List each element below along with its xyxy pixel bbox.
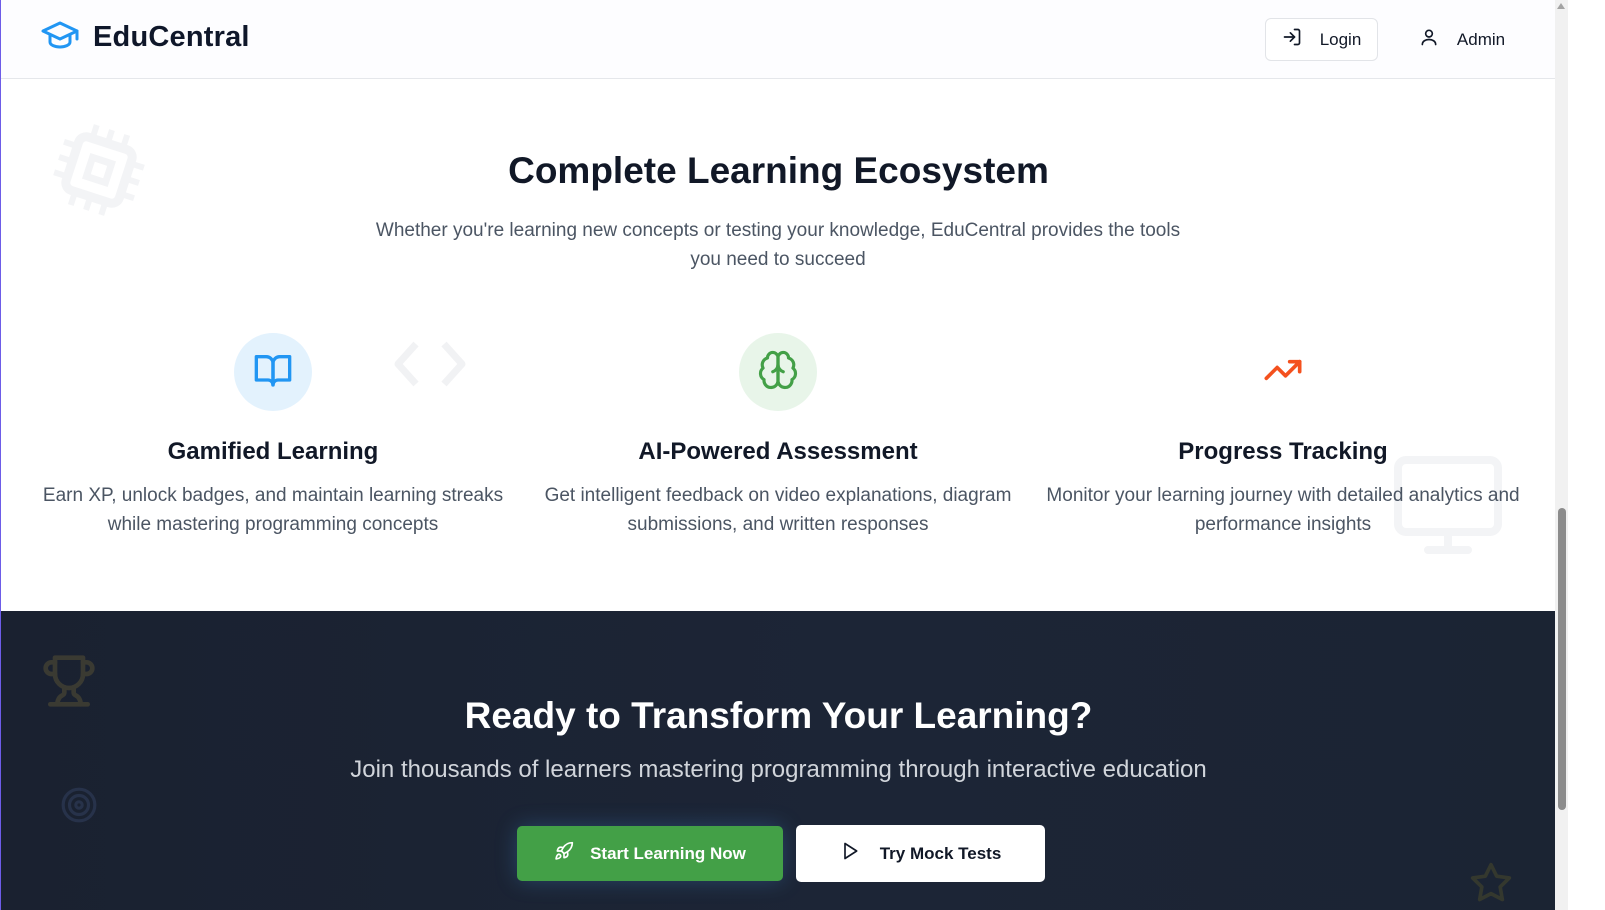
graduation-cap-icon	[41, 20, 79, 55]
feature-title: Gamified Learning	[167, 438, 379, 465]
admin-button[interactable]: Admin	[1397, 18, 1527, 61]
try-mock-tests-label: Try Mock Tests	[879, 843, 1002, 863]
start-learning-button[interactable]: Start Learning Now	[517, 826, 783, 881]
feature-ai-assessment: AI-Powered Assessment Get intelligent fe…	[528, 333, 1028, 539]
trending-up-icon	[1263, 350, 1303, 395]
feature-icon-circle	[234, 333, 312, 411]
brand-name: EduCentral	[93, 21, 250, 53]
login-button[interactable]: Login	[1265, 18, 1378, 61]
cta-section: Ready to Transform Your Learning? Join t…	[1, 611, 1555, 910]
feature-description: Get intelligent feedback on video explan…	[544, 485, 1012, 535]
scroll-up-arrow-icon[interactable]	[1557, 3, 1565, 9]
brain-icon	[757, 349, 799, 396]
top-nav: EduCentral Login Admin	[1, 0, 1555, 79]
feature-icon-circle	[739, 333, 817, 411]
feature-title: Progress Tracking	[1178, 438, 1388, 465]
brand[interactable]: EduCentral	[41, 20, 250, 55]
admin-label: Admin	[1456, 29, 1506, 49]
target-icon	[60, 786, 98, 829]
feature-description: Monitor your learning journey with detai…	[1046, 485, 1520, 535]
cta-subtitle: Join thousands of learners mastering pro…	[350, 756, 1207, 783]
try-mock-tests-button[interactable]: Try Mock Tests	[796, 825, 1045, 882]
feature-title: AI-Powered Assessment	[638, 438, 918, 465]
feature-gamified-learning: Gamified Learning Earn XP, unlock badges…	[23, 333, 523, 539]
log-in-icon	[1282, 27, 1302, 52]
page: EduCentral Login Admin Complete Learning…	[0, 0, 1555, 910]
star-icon	[1469, 861, 1513, 910]
vertical-scrollbar[interactable]	[1555, 0, 1568, 910]
ecosystem-title: Complete Learning Ecosystem	[508, 150, 1049, 191]
user-icon	[1419, 27, 1439, 52]
feature-description: Earn XP, unlock badges, and maintain lea…	[42, 485, 504, 535]
play-icon	[840, 841, 860, 866]
window-margin	[1568, 0, 1605, 910]
start-learning-label: Start Learning Now	[590, 843, 746, 863]
scrollbar-thumb[interactable]	[1558, 508, 1566, 810]
feature-progress-tracking: Progress Tracking Monitor your learning …	[1033, 333, 1533, 539]
ecosystem-subtitle: Whether you're learning new concepts or …	[375, 220, 1181, 270]
cta-title: Ready to Transform Your Learning?	[464, 695, 1093, 736]
login-label: Login	[1319, 29, 1362, 49]
rocket-icon	[554, 841, 574, 866]
feature-icon-circle	[1244, 333, 1322, 411]
book-open-icon	[253, 350, 293, 395]
